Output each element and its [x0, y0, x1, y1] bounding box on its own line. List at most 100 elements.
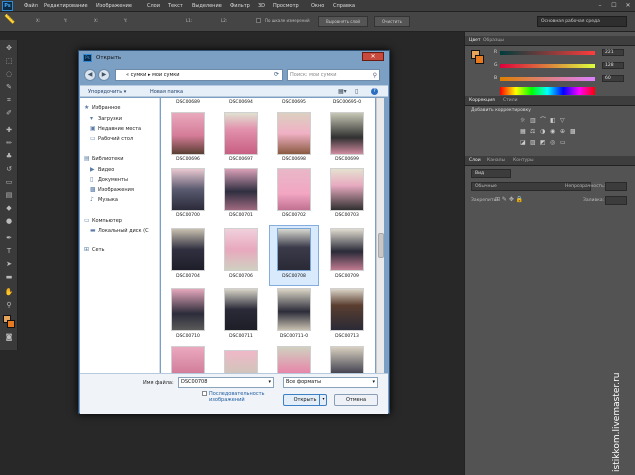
chevron-down-icon[interactable]: ▾: [319, 394, 327, 406]
tab-paths[interactable]: Контуры: [513, 158, 534, 163]
scrollbar-thumb[interactable]: [378, 233, 384, 258]
file-thumbnail[interactable]: [277, 168, 311, 211]
lock-icons[interactable]: ⊞ ✎ ✥ 🔒: [495, 196, 523, 203]
slider-r-value[interactable]: 221: [602, 49, 624, 56]
selective-color-icon[interactable]: ◎: [550, 140, 556, 146]
file-thumbnail[interactable]: [171, 112, 205, 155]
file-thumbnail[interactable]: [330, 168, 364, 211]
file-thumbnail-selected[interactable]: [277, 228, 311, 271]
curves-icon[interactable]: ⌒: [540, 118, 546, 124]
ruler-tool-icon[interactable]: 📏: [4, 15, 15, 25]
brightness-icon[interactable]: ☼: [520, 118, 526, 124]
help-icon[interactable]: ?: [371, 88, 378, 95]
address-bar[interactable]: « сумки ▸ мои сумки: [115, 69, 283, 81]
exposure-icon[interactable]: ◧: [550, 118, 556, 124]
path-select-icon[interactable]: ➤: [4, 260, 14, 268]
organize-button[interactable]: Упорядочить ▾: [88, 89, 126, 95]
file-caption[interactable]: DSC00713: [322, 334, 372, 339]
preview-pane-icon[interactable]: ▯: [355, 88, 358, 95]
blur-tool-icon[interactable]: ◆: [4, 204, 14, 212]
file-caption[interactable]: DSC00710: [163, 334, 213, 339]
color-balance-icon[interactable]: ⚖: [530, 129, 536, 135]
marquee-tool-icon[interactable]: ⬚: [4, 57, 14, 65]
menu-view[interactable]: Просмотр: [273, 3, 299, 9]
measure-scale-checkbox[interactable]: [256, 18, 261, 23]
file-caption[interactable]: DSC00689: [163, 100, 213, 105]
file-thumbnail[interactable]: [224, 228, 258, 271]
nav-favorites[interactable]: ★ Избранное: [84, 104, 120, 111]
nav-video[interactable]: ▶ Видео: [90, 166, 114, 173]
brush-tool-icon[interactable]: ✏: [4, 139, 14, 147]
history-brush-icon[interactable]: ↺: [4, 165, 14, 173]
menu-3d[interactable]: 3D: [258, 3, 265, 9]
menu-help[interactable]: Справка: [333, 3, 355, 9]
file-caption[interactable]: DSC00711-0: [269, 334, 319, 339]
menu-image[interactable]: Изображение: [96, 3, 132, 9]
nav-downloads[interactable]: ▾ Загрузки: [90, 115, 122, 122]
posterize-icon[interactable]: ▨: [530, 140, 536, 146]
dialog-titlebar[interactable]: Ps Открыть ✕: [79, 51, 389, 65]
nav-computer[interactable]: ▭ Компьютер: [84, 217, 122, 224]
color-spectrum-bar[interactable]: [500, 87, 595, 95]
eyedropper-tool-icon[interactable]: ✐: [4, 109, 14, 117]
healing-tool-icon[interactable]: ✚: [4, 126, 14, 134]
tab-color[interactable]: Цвет: [469, 38, 481, 43]
tab-channels[interactable]: Каналы: [487, 158, 505, 163]
search-input[interactable]: Поиск: мои сумки ⚲: [287, 69, 380, 81]
clear-button[interactable]: Очистить: [374, 16, 410, 27]
lasso-tool-icon[interactable]: ◌: [4, 70, 14, 78]
slider-r[interactable]: R 221: [494, 49, 624, 56]
hue-icon[interactable]: ▦: [520, 129, 526, 135]
fill-field[interactable]: [605, 196, 627, 205]
hand-tool-icon[interactable]: ✋: [4, 288, 14, 296]
vibrance-icon[interactable]: ▽: [560, 118, 566, 124]
mixer-icon[interactable]: ⊕: [560, 129, 566, 135]
file-thumbnail[interactable]: [224, 168, 258, 211]
background-color-swatch[interactable]: [7, 320, 15, 328]
opacity-field[interactable]: [605, 182, 627, 191]
open-button[interactable]: Открыть ▾: [283, 394, 327, 406]
nav-libraries[interactable]: ▤ Библиотеки: [84, 155, 124, 162]
crop-tool-icon[interactable]: ⌗: [4, 96, 14, 104]
workspace-select[interactable]: Основная рабочая среда: [537, 16, 627, 27]
file-thumbnail[interactable]: [224, 112, 258, 155]
bg-color-preview[interactable]: [475, 55, 484, 64]
format-select[interactable]: Все форматы ▾: [283, 377, 378, 388]
quick-mask-icon[interactable]: ◙: [4, 333, 14, 341]
gradient-map-icon[interactable]: ▭: [560, 140, 566, 146]
nav-documents[interactable]: ▯ Документы: [90, 176, 128, 183]
tab-layers[interactable]: Слои: [469, 158, 481, 163]
menu-layers[interactable]: Слои: [147, 3, 160, 9]
menu-type[interactable]: Текст: [168, 3, 183, 9]
type-tool-icon[interactable]: T: [4, 247, 14, 255]
nav-images[interactable]: ▩ Изображения: [90, 186, 134, 193]
checkbox-box[interactable]: [202, 391, 207, 396]
file-caption[interactable]: DSC00698: [269, 157, 319, 162]
nav-network[interactable]: ⊞ Сеть: [84, 246, 104, 253]
stamp-tool-icon[interactable]: ♣: [4, 152, 14, 160]
dodge-tool-icon[interactable]: ●: [4, 217, 14, 225]
slider-b-value[interactable]: 60: [602, 75, 624, 82]
menu-edit[interactable]: Редактирование: [44, 3, 88, 9]
zoom-tool-icon[interactable]: ⚲: [4, 301, 14, 309]
file-thumbnail[interactable]: [277, 288, 311, 331]
vertical-scrollbar[interactable]: [376, 98, 384, 373]
quick-select-tool-icon[interactable]: ✎: [4, 83, 14, 91]
nav-recent[interactable]: ▣ Недавние места: [90, 125, 141, 132]
file-thumbnail[interactable]: [330, 228, 364, 271]
tab-swatches[interactable]: Образцы: [483, 38, 504, 43]
file-caption[interactable]: DSC00696: [163, 157, 213, 162]
tab-styles[interactable]: Стили: [503, 98, 518, 103]
eraser-tool-icon[interactable]: ▭: [4, 178, 14, 186]
nav-desktop[interactable]: ▭ Рабочий стол: [90, 135, 133, 142]
file-caption[interactable]: DSC00697: [216, 157, 266, 162]
levels-icon[interactable]: ▥: [530, 118, 536, 124]
shape-tool-icon[interactable]: ▬: [4, 273, 14, 281]
file-caption[interactable]: DSC00711: [216, 334, 266, 339]
file-caption[interactable]: DSC00704: [163, 274, 213, 279]
file-caption[interactable]: DSC00700: [163, 213, 213, 218]
file-thumbnail[interactable]: [277, 346, 311, 373]
cancel-button[interactable]: Отмена: [334, 394, 378, 406]
menu-file[interactable]: Файл: [24, 3, 38, 9]
file-caption[interactable]: DSC00701: [216, 213, 266, 218]
